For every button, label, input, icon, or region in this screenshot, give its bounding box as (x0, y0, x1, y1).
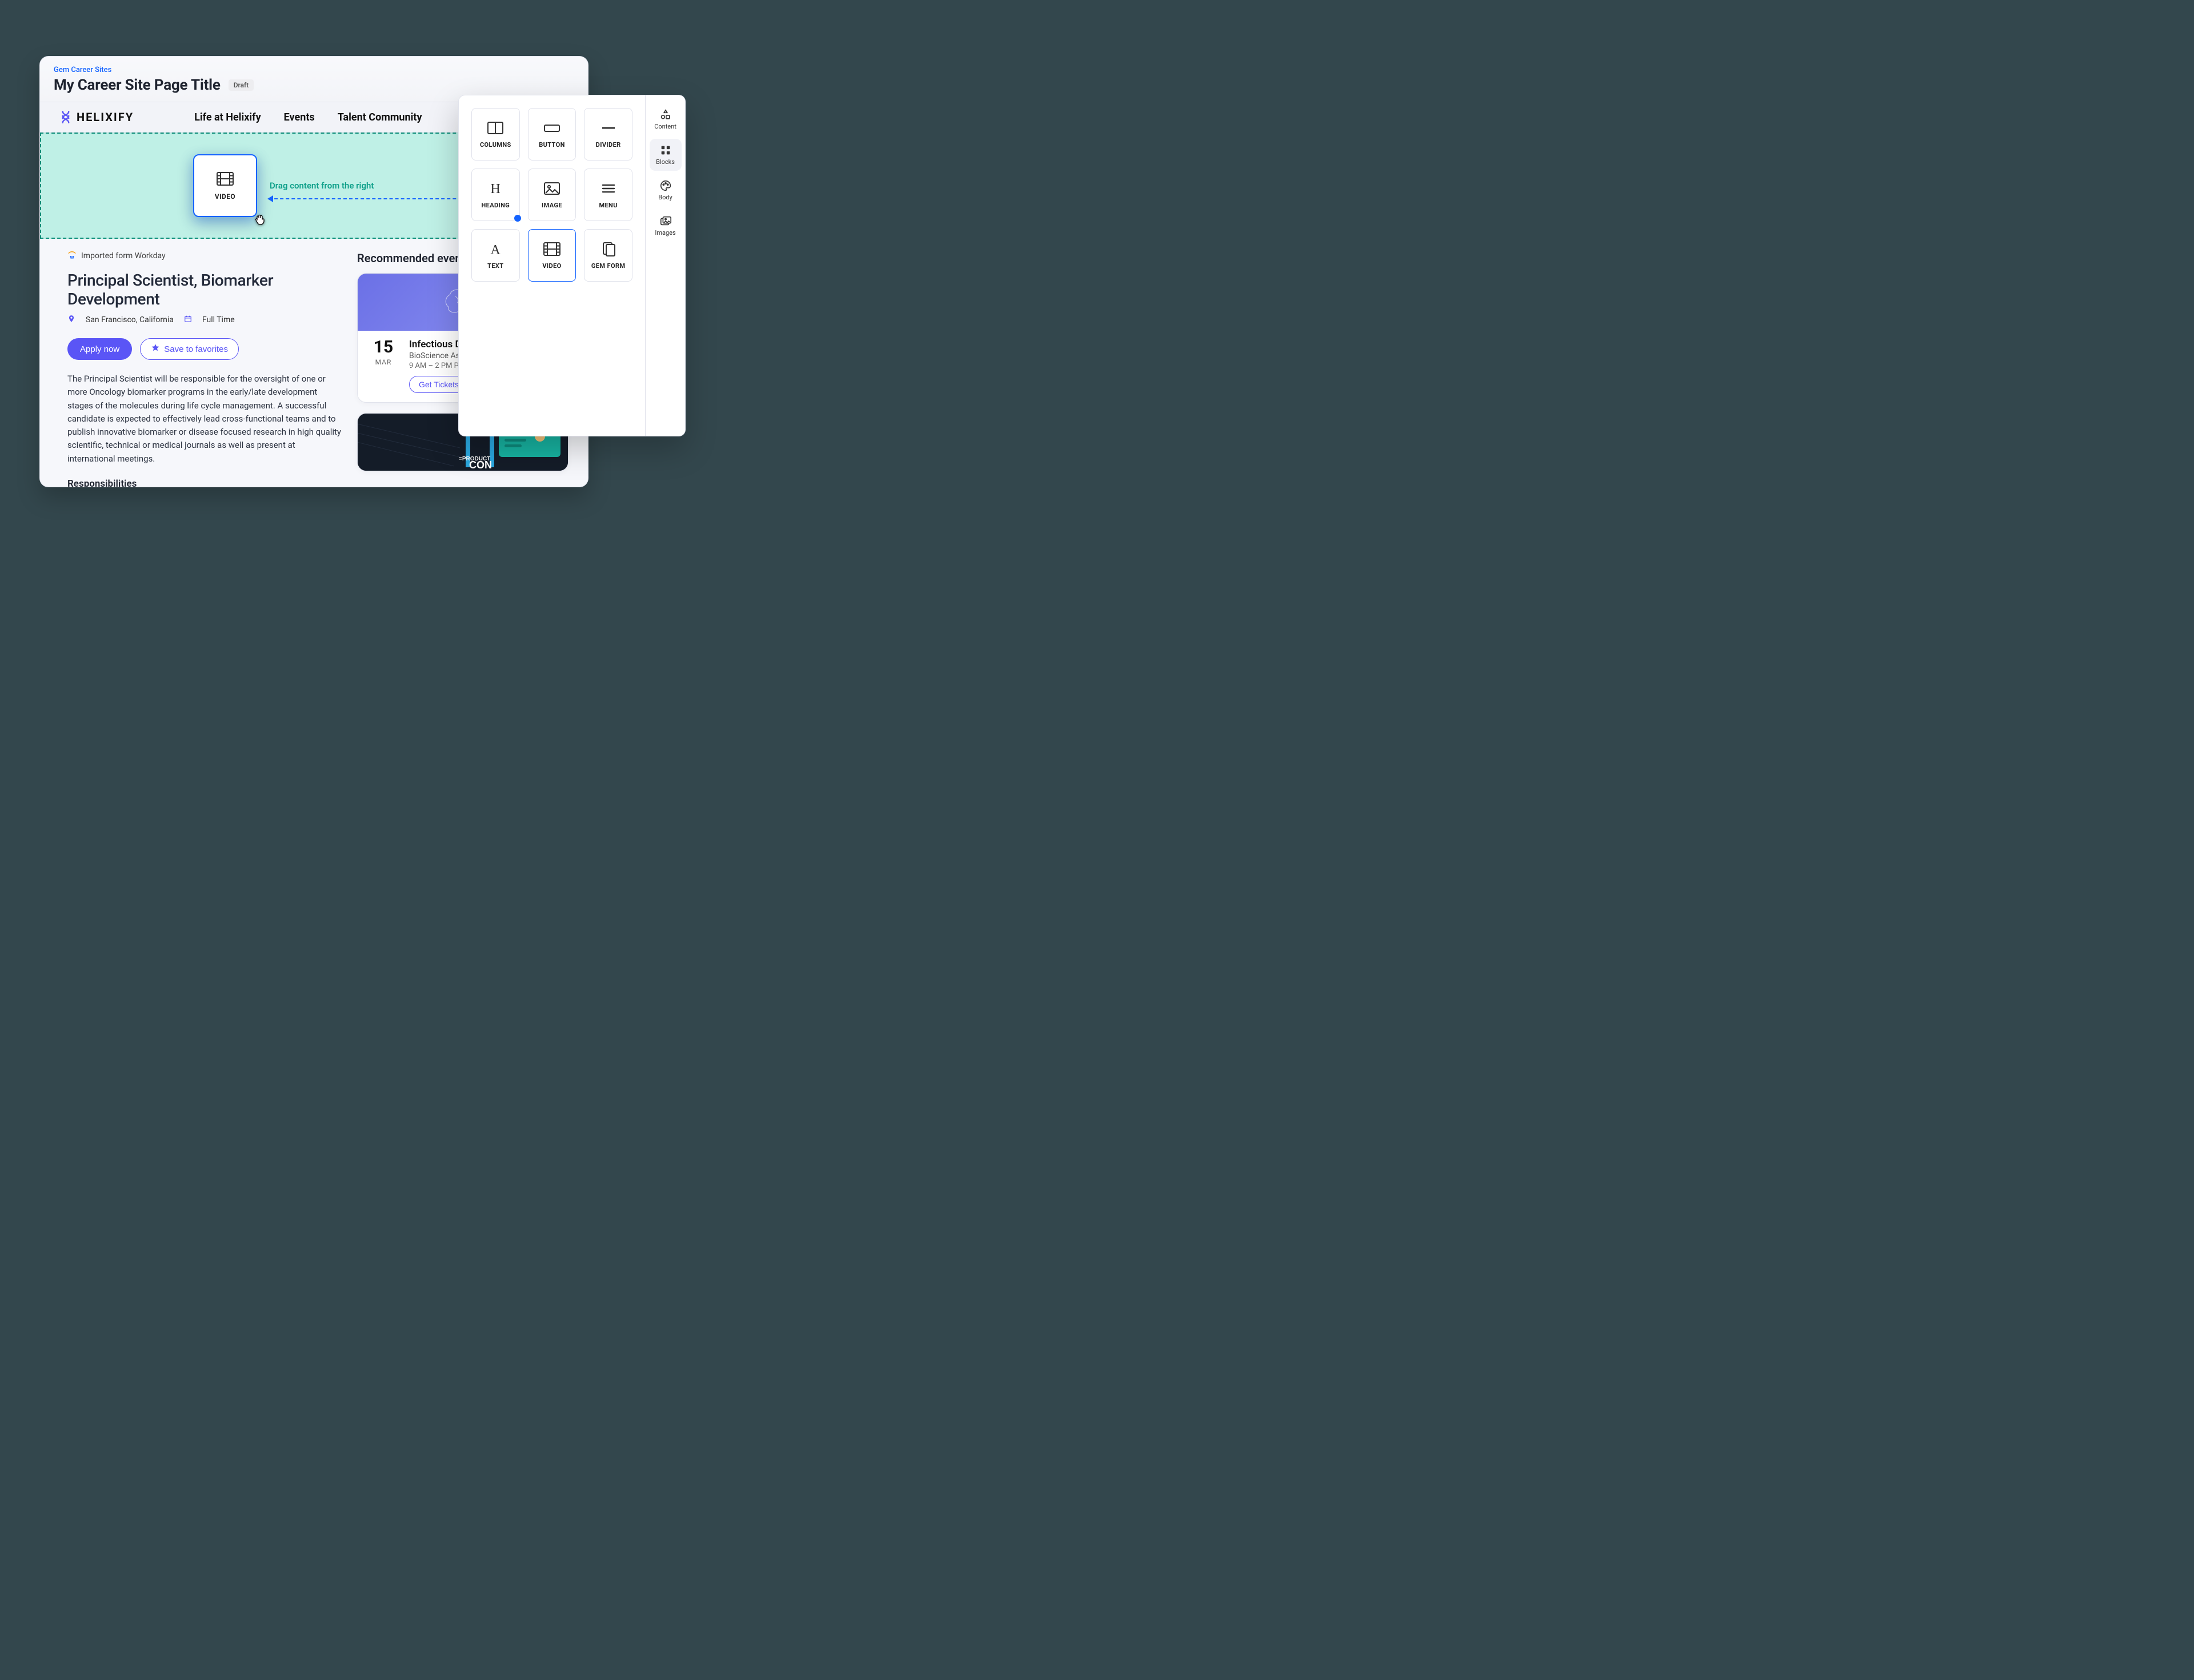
job-location: San Francisco, California (86, 315, 174, 324)
tab-body[interactable]: Body (650, 174, 682, 206)
dragged-block-video[interactable]: VIDEO (193, 154, 257, 217)
block-text[interactable]: A TEXT (471, 229, 520, 282)
tab-blocks[interactable]: Blocks (650, 139, 682, 171)
block-palette-panel: COLUMNS BUTTON DIVIDER H HEADING (458, 95, 686, 436)
tab-label: Blocks (656, 158, 675, 166)
form-icon (599, 241, 618, 257)
menu-icon (599, 181, 618, 197)
location-pin-icon (67, 314, 75, 326)
tab-label: Content (654, 123, 676, 130)
block-gem-form[interactable]: GEM FORM (584, 229, 632, 282)
svg-text:w: w (70, 254, 74, 260)
imported-label: Imported form Workday (81, 251, 166, 260)
svg-text:A: A (491, 243, 501, 257)
shapes-icon (659, 109, 672, 121)
tab-label: Images (655, 229, 675, 236)
block-video[interactable]: VIDEO (528, 229, 576, 282)
job-type: Full Time (202, 315, 235, 324)
apply-button[interactable]: Apply now (67, 338, 132, 360)
tab-images[interactable]: Images (650, 210, 682, 242)
grab-cursor-icon (253, 212, 267, 226)
nav-link-life[interactable]: Life at Helixify (194, 111, 261, 123)
job-description: The Principal Scientist will be responsi… (67, 372, 341, 466)
star-icon (151, 343, 160, 355)
status-badge: Draft (229, 79, 254, 91)
block-label: VIDEO (542, 262, 561, 270)
brand-name: HELIXIFY (77, 110, 134, 124)
event-month: MAR (368, 358, 399, 366)
save-label: Save to favorites (164, 344, 228, 354)
nav-link-events[interactable]: Events (284, 111, 315, 123)
brand-logo-icon (61, 110, 71, 124)
save-button[interactable]: Save to favorites (140, 338, 239, 360)
heading-icon: H (486, 181, 505, 197)
grid-icon (659, 144, 672, 157)
block-label: GEM FORM (591, 262, 626, 270)
tab-content[interactable]: Content (650, 103, 682, 135)
block-label: HEADING (481, 202, 510, 209)
block-label: IMAGE (542, 202, 562, 209)
calendar-icon (184, 315, 192, 325)
block-grid: COLUMNS BUTTON DIVIDER H HEADING (459, 95, 645, 436)
block-divider[interactable]: DIVIDER (584, 108, 632, 161)
block-label: DIVIDER (596, 141, 621, 149)
block-image[interactable]: IMAGE (528, 169, 576, 221)
divider-icon (599, 120, 618, 136)
video-icon (216, 171, 234, 187)
svg-text:H: H (491, 182, 501, 197)
drop-hint: Drag content from the right (270, 181, 374, 191)
palette-icon (659, 179, 672, 192)
block-label: MENU (599, 202, 617, 209)
block-label: TEXT (487, 262, 503, 270)
columns-icon (486, 120, 505, 136)
brand: HELIXIFY (61, 110, 134, 124)
video-icon (543, 241, 561, 257)
workday-icon: w (67, 251, 77, 260)
responsibilities-heading: Responsibilities (67, 478, 341, 487)
block-menu[interactable]: MENU (584, 169, 632, 221)
event-date: 15 MAR (368, 339, 399, 393)
block-columns[interactable]: COLUMNS (471, 108, 520, 161)
event-day: 15 (368, 339, 399, 356)
images-icon (659, 215, 672, 227)
block-label: COLUMNS (480, 141, 511, 149)
dragged-block-label: VIDEO (215, 193, 235, 201)
tab-label: Body (658, 194, 672, 201)
block-button[interactable]: BUTTON (528, 108, 576, 161)
canvas: Gem Career Sites My Career Site Page Tit… (0, 0, 723, 554)
breadcrumb[interactable]: Gem Career Sites (54, 66, 574, 74)
block-label: BUTTON (539, 141, 565, 149)
drag-origin-dot-icon (514, 215, 521, 222)
text-icon: A (486, 241, 505, 257)
sidebar-tabs: Content Blocks Body Images (645, 95, 685, 436)
svg-text:=PRODUCT: =PRODUCT (459, 456, 490, 462)
page-title: My Career Site Page Title (54, 77, 221, 94)
image-icon (543, 181, 561, 197)
nav-link-talent[interactable]: Talent Community (338, 111, 422, 123)
imported-badge: w Imported form Workday (67, 251, 341, 260)
job-title: Principal Scientist, Biomarker Developme… (67, 271, 341, 308)
button-icon (543, 120, 561, 136)
block-heading[interactable]: H HEADING (471, 169, 520, 221)
